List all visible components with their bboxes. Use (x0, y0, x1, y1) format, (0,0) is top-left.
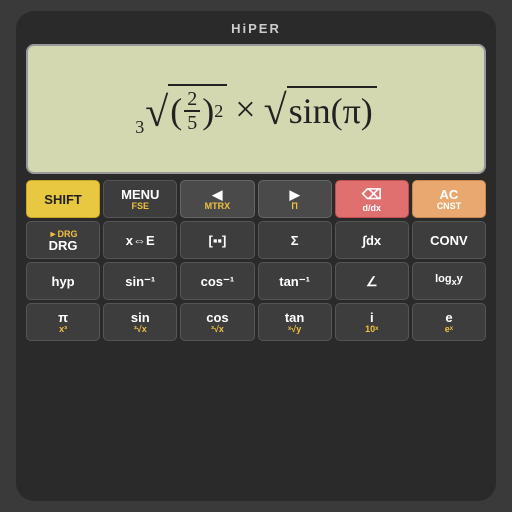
conv-button[interactable]: CONV (412, 221, 486, 259)
radical-index: 3 (135, 117, 144, 138)
sin-inv-button[interactable]: sin⁻¹ (103, 262, 177, 300)
button-row-3: hyp sin⁻¹ cos⁻¹ tan⁻¹ ∠ logxy (26, 262, 486, 300)
hyp-button[interactable]: hyp (26, 262, 100, 300)
cos-button[interactable]: cos ³√x (180, 303, 254, 341)
shift-button[interactable]: SHIFT (26, 180, 100, 218)
right-button[interactable]: Π (258, 180, 332, 218)
sigma-button[interactable]: Σ (258, 221, 332, 259)
sqrt-sinpi: √ sin(π) (264, 86, 377, 132)
tan-button[interactable]: tan ˣ√y (258, 303, 332, 341)
button-row-1: SHIFT MENU FSE MTRX Π ⌫ d/dx AC CNST (26, 180, 486, 218)
display: 3 √ ( 2 5 ) 2 × √ sin(π) (26, 44, 486, 174)
ac-button[interactable]: AC CNST (412, 180, 486, 218)
drg-button[interactable]: ►DRG DRG (26, 221, 100, 259)
left-button[interactable]: MTRX (180, 180, 254, 218)
button-row-2: ►DRG DRG x⇔E [▪▪] Σ ∫dx CONV (26, 221, 486, 259)
menu-button[interactable]: MENU FSE (103, 180, 177, 218)
buttons-area: SHIFT MENU FSE MTRX Π ⌫ d/dx AC CNST (26, 180, 486, 341)
cube-root: 3 √ ( 2 5 ) 2 (135, 84, 227, 134)
i-button[interactable]: i 10ˣ (335, 303, 409, 341)
matrix-button[interactable]: [▪▪] (180, 221, 254, 259)
tan-inv-button[interactable]: tan⁻¹ (258, 262, 332, 300)
display-expression: 3 √ ( 2 5 ) 2 × √ sin(π) (135, 84, 377, 134)
button-row-4: π x³ sin ³√x cos ³√x tan ˣ√y i 10ˣ e eˣ (26, 303, 486, 341)
calculator: HiPER 3 √ ( 2 5 ) 2 × √ (16, 11, 496, 501)
integral-button[interactable]: ∫dx (335, 221, 409, 259)
app-title: HiPER (26, 21, 486, 36)
angle-button[interactable]: ∠ (335, 262, 409, 300)
xce-button[interactable]: x⇔E (103, 221, 177, 259)
logy-button[interactable]: logxy (412, 262, 486, 300)
cos-inv-button[interactable]: cos⁻¹ (180, 262, 254, 300)
sin-button[interactable]: sin ³√x (103, 303, 177, 341)
delete-button[interactable]: ⌫ d/dx (335, 180, 409, 218)
pi-button[interactable]: π x³ (26, 303, 100, 341)
e-button[interactable]: e eˣ (412, 303, 486, 341)
